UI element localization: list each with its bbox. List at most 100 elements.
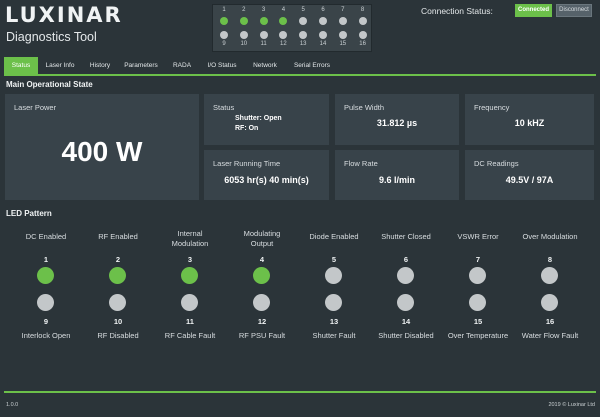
led-number: 5: [331, 255, 337, 264]
led-number: 12: [257, 317, 267, 326]
footer-line: [4, 391, 596, 393]
tab-laser-info[interactable]: Laser Info: [40, 57, 80, 74]
mini-led-panel: 1 2 3 4 5 6 7 8 9 10 11 12 13 14 15 16: [212, 4, 372, 52]
led-indicator: [253, 267, 270, 284]
led-number: 2: [115, 255, 121, 264]
mini-led-indicator: [259, 17, 268, 25]
mini-led-indicator: [358, 17, 367, 25]
led-number: 6: [403, 255, 409, 264]
dc-readings-card: DC Readings 49.5V / 97A: [465, 150, 594, 200]
mini-led-indicator: [220, 31, 228, 39]
tab-underline: [4, 74, 596, 76]
led-indicator: [181, 267, 198, 284]
led-number: 14: [401, 317, 411, 326]
laser-power-label: Laser Power: [14, 103, 57, 112]
led-top-label: Over Modulation: [522, 232, 578, 241]
laser-power-card: Laser Power 400 W: [5, 94, 199, 200]
flow-rate-label: Flow Rate: [344, 159, 378, 168]
led-number: 8: [547, 255, 553, 264]
led-indicator: [37, 267, 54, 284]
led-number: 9: [43, 317, 49, 326]
mini-led-indicator: [279, 17, 288, 25]
mini-led-number: 16: [359, 41, 366, 47]
led-number: 4: [259, 255, 265, 264]
led-indicator: [541, 294, 558, 311]
copyright-text: 2019 © Luxinar Ltd: [548, 402, 595, 408]
mini-led-indicator: [259, 31, 268, 39]
status-value: Shutter: Open RF: On: [235, 114, 282, 134]
tab-serial-errors[interactable]: Serial Errors: [288, 57, 336, 74]
frequency-label: Frequency: [474, 103, 510, 112]
dc-readings-value: 49.5V / 97A: [505, 175, 554, 185]
frequency-value: 10 kHZ: [514, 118, 545, 128]
mini-led-number: 5: [301, 7, 305, 13]
mini-led-number: 9: [222, 41, 226, 47]
mini-led-number: 8: [360, 7, 365, 13]
led-indicator: [109, 267, 126, 284]
led-top-label: Diode Enabled: [309, 232, 359, 241]
led-number: 3: [187, 255, 193, 264]
mini-led-number: 14: [319, 41, 327, 47]
led-number: 7: [475, 255, 481, 264]
led-number: 13: [329, 317, 339, 326]
led-pattern-title: LED Pattern: [6, 209, 52, 218]
mini-led-number: 11: [260, 41, 267, 47]
led-indicator: [325, 294, 342, 311]
led-indicator: [37, 294, 54, 311]
led-top-label: VSWR Error: [457, 232, 499, 241]
mini-led-number: 7: [341, 7, 345, 13]
led-top-label: Internal Modulation: [171, 229, 209, 248]
mini-led-number: 4: [281, 7, 286, 13]
running-time-card: Laser Running Time 6053 hr(s) 40 min(s): [204, 150, 329, 200]
mini-led-indicator: [338, 17, 347, 25]
led-indicator: [397, 267, 414, 284]
mini-led-indicator: [239, 17, 248, 25]
led-indicator: [541, 267, 558, 284]
tab-history[interactable]: History: [84, 57, 116, 74]
pulse-width-card: Pulse Width 31.812 µs: [335, 94, 459, 145]
running-time-label: Laser Running Time: [213, 159, 281, 168]
mini-led-number: 15: [339, 41, 347, 47]
mini-led-number: 6: [321, 7, 325, 13]
mini-led-indicator: [299, 31, 308, 39]
mini-led-number: 12: [280, 41, 287, 47]
disconnect-button[interactable]: Disconnect: [556, 4, 592, 17]
led-indicator: [325, 267, 342, 284]
tab-rada[interactable]: RADA: [166, 57, 198, 74]
tab-io-status[interactable]: I/O Status: [202, 57, 242, 74]
frequency-card: Frequency 10 kHZ: [465, 94, 594, 145]
luxinar-logo: LUXINAR: [5, 3, 123, 27]
mini-led-indicator: [279, 31, 288, 39]
connection-status-badge: Connected: [515, 4, 552, 17]
led-indicator: [109, 294, 126, 311]
mini-led-indicator: [220, 17, 228, 25]
status-card: Status Shutter: Open RF: On: [204, 94, 329, 145]
tab-status[interactable]: Status: [4, 57, 38, 74]
mini-led-number: 10: [240, 41, 248, 47]
led-bottom-label: Water Flow Fault: [521, 331, 579, 340]
mini-led-number: 13: [299, 41, 307, 47]
connection-status-label: Connection Status:: [421, 6, 493, 16]
tab-network[interactable]: Network: [246, 57, 284, 74]
mini-led-indicator: [319, 31, 327, 39]
led-indicator: [397, 294, 414, 311]
led-number: 15: [473, 317, 483, 326]
led-number: 16: [545, 317, 555, 326]
app-subtitle: Diagnostics Tool: [6, 30, 97, 44]
version-text: 1.0.0: [6, 402, 19, 408]
shutter-status: Shutter: Open: [235, 115, 282, 122]
mini-led-indicator: [338, 31, 347, 39]
app-header: LUXINAR Diagnostics Tool 1 2 3 4 5 6 7 8 9 10 11 12…: [0, 0, 600, 56]
led-number: 11: [186, 317, 194, 326]
flow-rate-value: 9.6 l/min: [378, 175, 415, 185]
led-indicator: [469, 294, 486, 311]
laser-power-value: 400 W: [61, 136, 143, 167]
running-time-value: 6053 hr(s) 40 min(s): [224, 175, 309, 185]
rf-status: RF: On: [235, 125, 259, 132]
led-indicator: [469, 267, 486, 284]
led-indicator: [253, 294, 270, 311]
tab-parameters[interactable]: Parameters: [120, 57, 162, 74]
led-top-label: DC Enabled: [25, 232, 67, 241]
mini-led-number: 2: [242, 7, 246, 13]
tab-bar: Status Laser Info History Parameters RAD…: [4, 57, 596, 75]
